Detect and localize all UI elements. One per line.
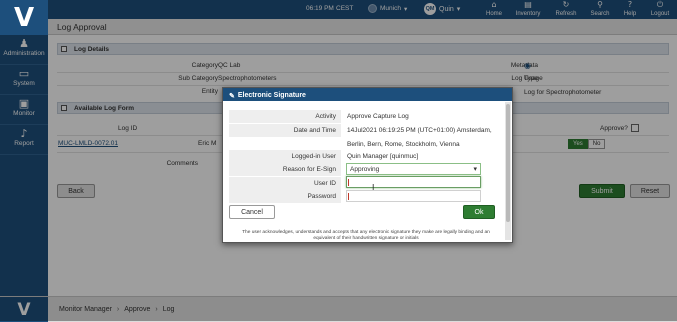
loggedin-value: Quin Manager [quinmuc] [347,153,419,160]
password-label: Password [229,190,341,203]
acknowledgement-text: The user acknowledges, understands and a… [242,230,490,241]
datetime-label: Date and Time [229,124,341,137]
scrollbar-thumb[interactable] [506,104,510,222]
datetime-value: 14Jul2021 06:19:25 PM (UTC+01:00) Amster… [347,127,492,134]
reason-select[interactable]: Approving ▾ [346,163,481,175]
userid-label: User ID [229,177,341,190]
electronic-signature-dialog: ✎ Electronic Signature Activity Approve … [222,87,513,243]
chevron-down-icon: ▾ [473,166,477,173]
input-caret [348,179,349,186]
loggedin-row: Logged-in User Quin Manager [quinmuc] [229,150,509,163]
activity-value: Approve Capture Log [347,113,409,120]
userid-field[interactable] [346,176,481,188]
password-field[interactable] [346,190,481,202]
logo-mark: V [13,2,35,33]
app-logo[interactable]: V [0,0,48,35]
edit-icon: ✎ [229,92,235,100]
input-caret [348,193,349,200]
activity-label: Activity [229,110,341,123]
dialog-header: ✎ Electronic Signature [223,88,512,101]
ok-button[interactable]: Ok [463,205,495,219]
reason-label: Reason for E-Sign [229,163,341,176]
datetime-value-cont: Berlin, Bern, Rome, Stockholm, Vienna [347,141,460,148]
loggedin-label: Logged-in User [229,150,341,163]
activity-row: Activity Approve Capture Log [229,110,509,123]
cancel-button[interactable]: Cancel [229,205,275,219]
dialog-title: Electronic Signature [237,92,306,99]
dialog-scrollbar[interactable] [505,102,511,240]
datetime-row: Date and Time 14Jul2021 06:19:25 PM (UTC… [229,124,509,137]
